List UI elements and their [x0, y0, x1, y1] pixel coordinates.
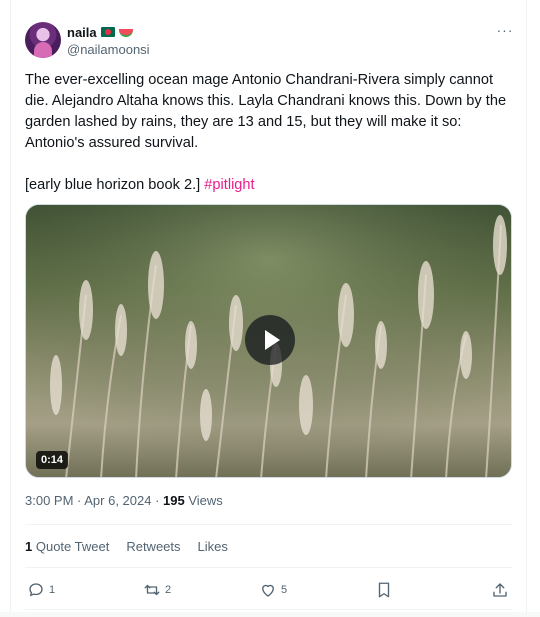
- like-count: 5: [281, 584, 288, 596]
- play-button[interactable]: [245, 315, 295, 365]
- tweet-paragraph-2-text: [early blue horizon book 2.]: [25, 177, 205, 193]
- more-options-icon[interactable]: ···: [495, 23, 515, 40]
- heart-icon: [262, 584, 274, 597]
- views-count: 195: [163, 493, 185, 508]
- quote-label: Quote Tweet: [32, 539, 110, 554]
- action-bar: 1 2 5: [25, 577, 512, 603]
- reply-icon: [29, 583, 43, 597]
- avatar[interactable]: [25, 22, 61, 58]
- hashtag-link[interactable]: #pitlight: [204, 177, 254, 193]
- divider-bottom: [25, 609, 512, 610]
- quote-tweets-link[interactable]: 1 Quote Tweet: [25, 539, 109, 554]
- video-duration-badge: 0:14: [36, 451, 69, 469]
- retweet-button[interactable]: 2: [143, 577, 171, 603]
- bookmark-button[interactable]: [375, 577, 393, 603]
- tweet-text: The ever-excelling ocean mage Antonio Ch…: [25, 70, 515, 196]
- likes-link[interactable]: Likes: [198, 539, 228, 554]
- time-date[interactable]: 3:00 PM · Apr 6, 2024 ·: [25, 493, 163, 508]
- views-label: Views: [184, 493, 223, 508]
- divider-middle: [25, 567, 512, 568]
- video-player[interactable]: 0:14: [25, 204, 512, 478]
- bookmark-icon: [378, 582, 390, 598]
- share-icon: [493, 583, 507, 597]
- handle[interactable]: @nailamoonsi: [67, 42, 150, 57]
- reply-button[interactable]: 1: [27, 577, 55, 603]
- tweet-paragraph-1: The ever-excelling ocean mage Antonio Ch…: [25, 72, 507, 151]
- display-name[interactable]: naila: [67, 25, 97, 40]
- name-row: naila: [67, 24, 133, 40]
- reply-count: 1: [49, 584, 56, 596]
- engagement-stats: 1 Quote Tweet Retweets Likes: [25, 539, 228, 554]
- share-button[interactable]: [491, 577, 509, 603]
- bangladesh-flag-icon: [100, 27, 115, 37]
- tweet-paragraph-2: [early blue horizon book 2.] #pitlight: [25, 175, 515, 196]
- like-button[interactable]: 5: [259, 577, 287, 603]
- watermelon-icon: [118, 29, 133, 37]
- retweet-count: 2: [165, 584, 172, 596]
- frame-border-left: [10, 0, 11, 617]
- divider-top: [25, 524, 512, 525]
- tweet-timestamp[interactable]: 3:00 PM · Apr 6, 2024 · 195 Views: [25, 493, 223, 508]
- frame-border-right: [526, 0, 527, 617]
- retweets-link[interactable]: Retweets: [126, 539, 180, 554]
- retweet-icon: [144, 584, 160, 596]
- tweet-header: naila @nailamoonsi ···: [25, 22, 515, 62]
- page-background-strip: [0, 612, 540, 617]
